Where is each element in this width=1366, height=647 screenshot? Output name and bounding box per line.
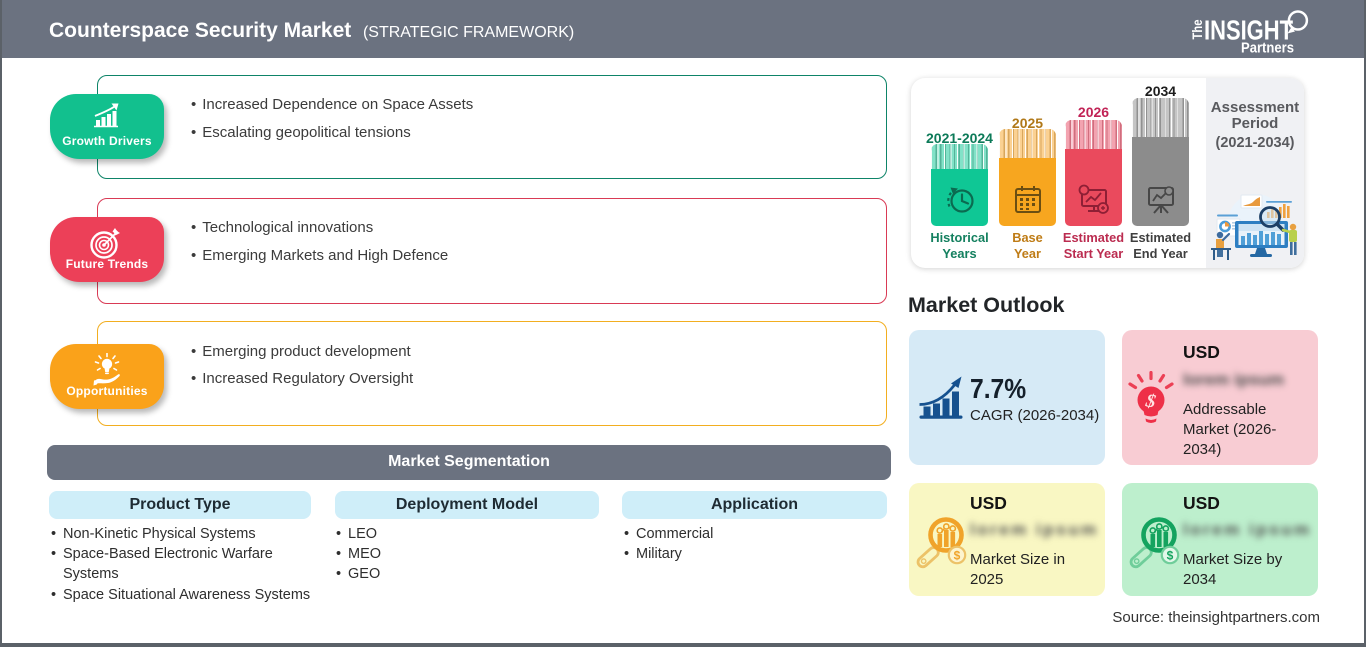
svg-text:$: $ [954,549,961,563]
svg-text:Partners: Partners [1241,40,1294,57]
svg-text:The: The [1190,19,1205,39]
svg-text:$: $ [1167,549,1174,563]
